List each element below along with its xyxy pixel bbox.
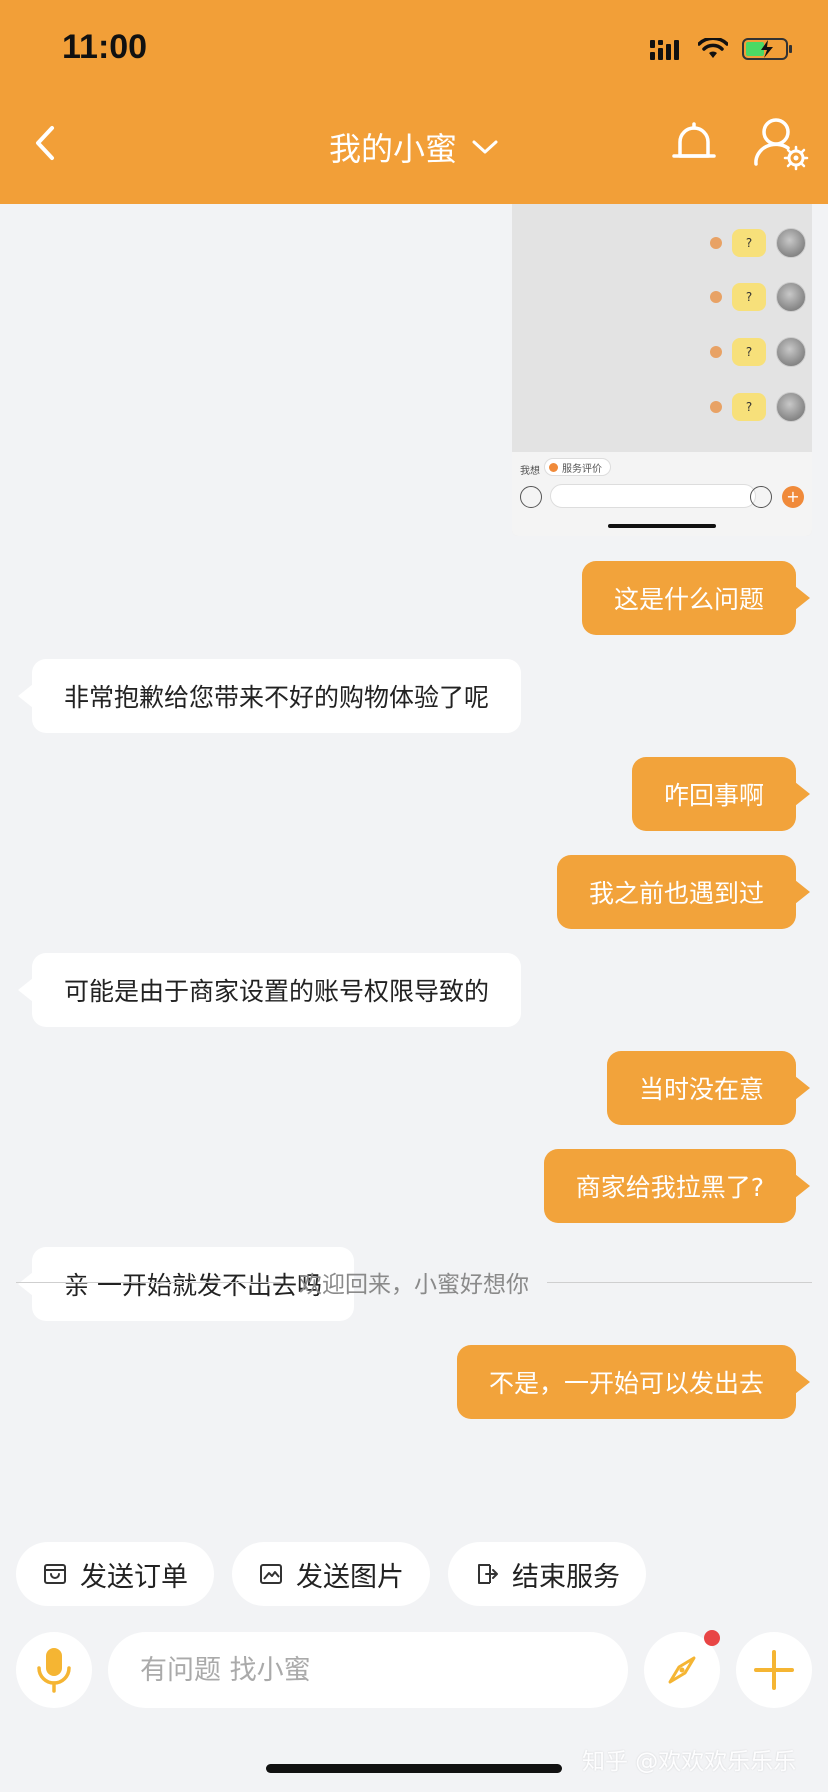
- watermark: 知乎 @欢欢欢乐乐乐: [582, 1749, 797, 1775]
- screenshot-tag-label: 服务评价: [562, 463, 602, 475]
- image-icon: [260, 1564, 282, 1584]
- screenshot-bubble: ?: [732, 283, 766, 311]
- exit-icon: [478, 1564, 498, 1584]
- message-outgoing[interactable]: 不是，一开始可以发出去: [456, 1345, 811, 1419]
- message-outgoing[interactable]: 咋回事啊: [631, 757, 811, 831]
- error-dot-icon: [710, 291, 722, 303]
- compass-icon: [668, 1656, 696, 1684]
- screenshot-message-row: ?: [710, 392, 806, 422]
- screenshot-bubble: ?: [732, 229, 766, 257]
- screenshot-service-tag: 服务评价: [544, 458, 611, 476]
- screenshot-message-row: ?: [710, 337, 806, 367]
- send-image-label: 发送图片: [296, 1561, 404, 1593]
- order-icon: [44, 1564, 66, 1584]
- message-incoming[interactable]: 可能是由于商家设置的账号权限导致的: [17, 953, 522, 1027]
- home-indicator[interactable]: [266, 1764, 562, 1773]
- plus-icon: [754, 1650, 794, 1690]
- more-options-button[interactable]: [736, 1632, 812, 1708]
- send-order-label: 发送订单: [80, 1561, 188, 1593]
- divider-line: [16, 1281, 281, 1283]
- screenshot-bubble: ?: [732, 393, 766, 421]
- message-input[interactable]: [108, 1632, 628, 1708]
- message-outgoing[interactable]: 这是什么问题: [581, 561, 811, 635]
- chat-area[interactable]: ? ? ? ? 我想 服务评价 + 这是什么问题 非常抱歉给您带来不好的购物体验…: [0, 204, 828, 1524]
- avatar: [776, 228, 806, 258]
- screenshot-label: 我想: [520, 466, 540, 477]
- plus-icon: +: [782, 486, 804, 508]
- emoji-icon: [750, 486, 772, 508]
- user-settings-icon[interactable]: [752, 114, 810, 172]
- wifi-icon: [698, 38, 728, 58]
- avatar: [776, 337, 806, 367]
- voice-icon: [520, 486, 542, 508]
- message-outgoing[interactable]: 商家给我拉黑了?: [543, 1149, 811, 1223]
- send-image-button[interactable]: 发送图片: [232, 1542, 430, 1606]
- battery-charging-icon: [742, 38, 792, 60]
- screenshot-input: [550, 484, 756, 508]
- status-icons: [650, 34, 794, 64]
- message-outgoing[interactable]: 我之前也遇到过: [556, 855, 811, 929]
- screenshot-input-bar: 我想 服务评价 +: [512, 452, 812, 536]
- screenshot-message-row: ?: [710, 228, 806, 258]
- error-dot-icon: [710, 237, 722, 249]
- avatar: [776, 392, 806, 422]
- divider-line: [547, 1281, 812, 1283]
- header-title: 我的小蜜: [328, 130, 457, 168]
- screenshot-home-indicator: [608, 524, 716, 528]
- error-dot-icon: [710, 346, 722, 358]
- voice-input-button[interactable]: [16, 1632, 92, 1708]
- status-time: 11:00: [62, 28, 148, 66]
- tag-dot-icon: [549, 462, 558, 472]
- welcome-divider: 欢迎回来，小蜜好想你: [16, 1262, 812, 1302]
- chevron-down-icon: [472, 140, 498, 154]
- screenshot-message-row: ?: [710, 282, 806, 312]
- message-outgoing[interactable]: 当时没在意: [606, 1051, 811, 1125]
- send-order-button[interactable]: 发送订单: [16, 1542, 214, 1606]
- notification-badge: [704, 1630, 720, 1646]
- divider-text: 欢迎回来，小蜜好想你: [299, 1272, 529, 1298]
- bell-icon[interactable]: [668, 118, 720, 170]
- screenshot-bubble: ?: [732, 338, 766, 366]
- end-service-button[interactable]: 结束服务: [448, 1542, 646, 1606]
- end-service-label: 结束服务: [512, 1561, 620, 1593]
- avatar: [776, 282, 806, 312]
- cellular-signal-icon: [650, 40, 679, 60]
- error-dot-icon: [710, 401, 722, 413]
- top-bar: 11:00 我的小蜜: [0, 0, 828, 204]
- message-incoming[interactable]: 非常抱歉给您带来不好的购物体验了呢: [17, 659, 522, 733]
- sent-screenshot-image[interactable]: ? ? ? ? 我想 服务评价 +: [512, 204, 812, 536]
- microphone-icon: [37, 1648, 71, 1693]
